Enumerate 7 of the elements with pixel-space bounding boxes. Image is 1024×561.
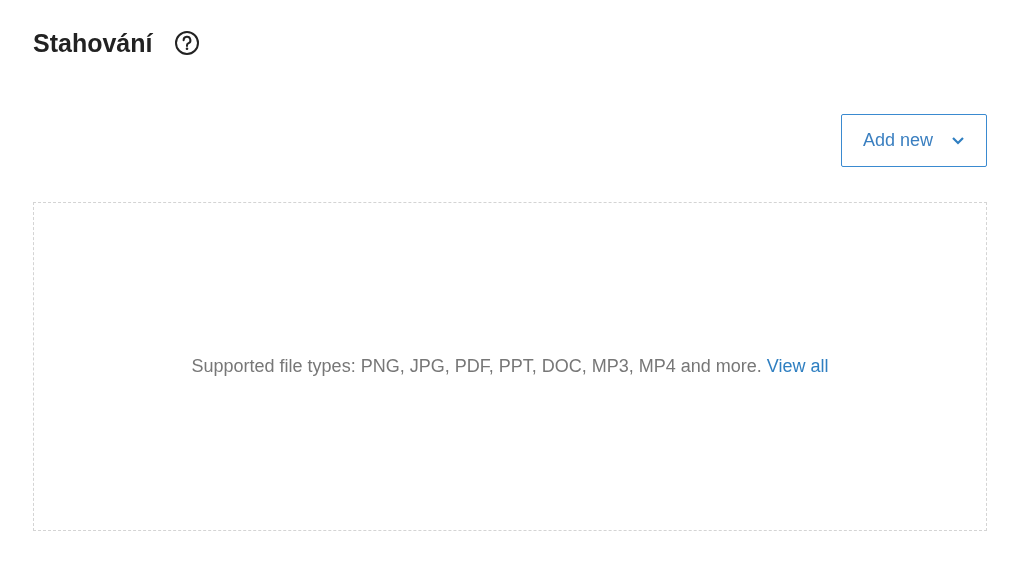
page-title: Stahování <box>33 28 153 58</box>
add-new-button[interactable]: Add new <box>841 114 987 167</box>
help-icon[interactable] <box>174 30 201 56</box>
drop-zone[interactable]: Supported file types: PNG, JPG, PDF, PPT, DOC, MP3, MP4 and more. View all <box>33 202 987 531</box>
supported-types-text: Supported file types: PNG, JPG, PDF, PPT, DOC, MP3, MP4 and more. View all <box>191 356 829 377</box>
view-all-link[interactable]: View all <box>766 356 829 376</box>
chevron-down-icon <box>951 135 966 146</box>
